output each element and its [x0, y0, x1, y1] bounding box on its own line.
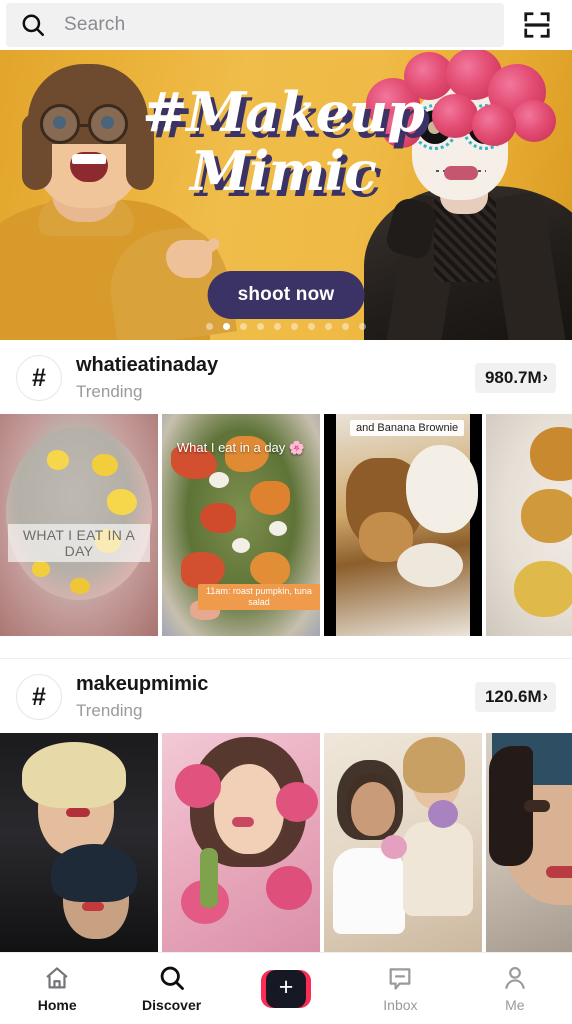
- chevron-right-icon: ›: [542, 688, 548, 705]
- nav-item-home[interactable]: Home: [0, 953, 114, 1024]
- hashtag-section-whatieatinaday: # whatieatinaday Trending 980.7M › WHAT …: [0, 340, 572, 659]
- nav-item-inbox[interactable]: Inbox: [343, 953, 457, 1024]
- hashtag-text: whatieatinaday Trending: [76, 354, 461, 402]
- nav-label-inbox: Inbox: [383, 997, 418, 1013]
- video-thumbnail[interactable]: [162, 733, 320, 955]
- search-icon: [20, 12, 46, 38]
- hashtag-name: whatieatinaday: [76, 354, 218, 376]
- hashtag-thumbnail-strip[interactable]: [0, 733, 572, 955]
- search-input[interactable]: Search: [6, 3, 504, 47]
- hashtag-count-value: 980.7M: [484, 368, 542, 387]
- banner-model-left: [0, 50, 238, 340]
- carousel-dots[interactable]: [206, 323, 366, 330]
- inbox-icon: [386, 964, 414, 992]
- nav-item-discover[interactable]: Discover: [114, 953, 228, 1024]
- video-thumbnail[interactable]: [486, 414, 572, 636]
- nav-item-create[interactable]: +: [229, 953, 343, 1024]
- home-icon: [43, 964, 71, 992]
- scan-button[interactable]: [510, 3, 564, 47]
- search-icon: [158, 964, 186, 992]
- video-thumbnail[interactable]: WHAT I EAT IN A DAY: [0, 414, 158, 636]
- bottom-navigation: Home Discover + Inbox Me: [0, 952, 572, 1024]
- hashtag-count-value: 120.6M: [484, 687, 542, 706]
- hashtag-name: makeupmimic: [76, 673, 209, 695]
- video-thumbnail[interactable]: and Banana Brownie: [324, 414, 482, 636]
- chevron-right-icon: ›: [542, 369, 548, 386]
- nav-label-home: Home: [37, 997, 77, 1013]
- carousel-dot[interactable]: [206, 323, 213, 330]
- create-plus-icon[interactable]: +: [255, 969, 317, 1008]
- carousel-dot[interactable]: [291, 323, 298, 330]
- hashtag-text: makeupmimic Trending: [76, 673, 461, 721]
- carousel-dot[interactable]: [274, 323, 281, 330]
- carousel-dot[interactable]: [359, 323, 366, 330]
- carousel-dot[interactable]: [342, 323, 349, 330]
- thumbnail-caption: What I eat in a day 🌸: [176, 440, 306, 455]
- nav-item-me[interactable]: Me: [458, 953, 572, 1024]
- carousel-dot-active[interactable]: [223, 323, 230, 330]
- hashtag-subtitle: Trending: [76, 382, 143, 401]
- hashtag-section-makeupmimic: # makeupmimic Trending 120.6M ›: [0, 659, 572, 955]
- hashtag-view-count[interactable]: 120.6M ›: [474, 682, 556, 712]
- hashtag-thumbnail-strip[interactable]: WHAT I EAT IN A DAY What I eat in a day …: [0, 414, 572, 636]
- hashtag-header-row[interactable]: # makeupmimic Trending 120.6M ›: [0, 659, 572, 733]
- carousel-dot[interactable]: [257, 323, 264, 330]
- nav-label-me: Me: [505, 997, 525, 1013]
- search-placeholder: Search: [64, 14, 126, 35]
- carousel-dot[interactable]: [325, 323, 332, 330]
- shoot-now-button[interactable]: shoot now: [207, 271, 365, 319]
- hashtag-subtitle: Trending: [76, 701, 143, 720]
- video-thumbnail[interactable]: [0, 733, 158, 955]
- thumbnail-caption-badge: 11am: roast pumpkin, tuna salad: [198, 583, 320, 610]
- hashtag-icon: #: [16, 355, 62, 401]
- search-header: Search: [0, 0, 572, 50]
- video-thumbnail[interactable]: [324, 733, 482, 955]
- hashtag-icon: #: [16, 674, 62, 720]
- scan-icon: [522, 10, 552, 40]
- hashtag-header-row[interactable]: # whatieatinaday Trending 980.7M ›: [0, 340, 572, 414]
- thumbnail-caption-badge: and Banana Brownie: [350, 420, 465, 436]
- carousel-dot[interactable]: [240, 323, 247, 330]
- video-thumbnail[interactable]: [486, 733, 572, 955]
- thumbnail-caption: WHAT I EAT IN A DAY: [8, 524, 150, 562]
- promo-banner[interactable]: #Makeup Mimic shoot now: [0, 50, 572, 340]
- carousel-dot[interactable]: [308, 323, 315, 330]
- video-thumbnail[interactable]: What I eat in a day 🌸 11am: roast pumpki…: [162, 414, 320, 636]
- banner-model-right: [350, 50, 572, 340]
- hashtag-view-count[interactable]: 980.7M ›: [474, 363, 556, 393]
- person-icon: [501, 964, 529, 992]
- nav-label-discover: Discover: [142, 997, 202, 1013]
